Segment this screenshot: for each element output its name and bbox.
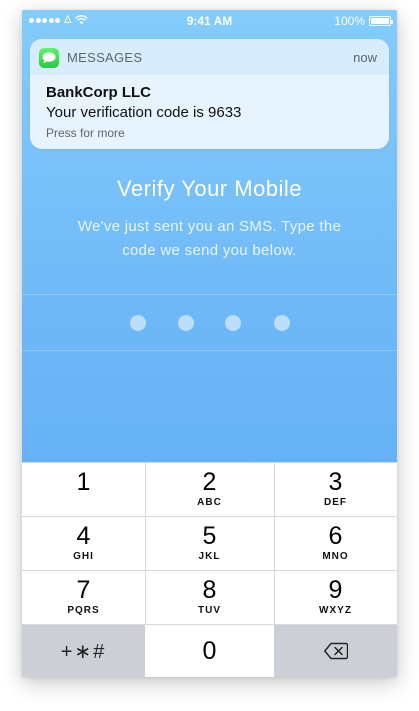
symbols-key[interactable]: +∗# — [22, 624, 145, 677]
notification-body: Your verification code is 9633 — [46, 104, 242, 121]
symbols-label: +∗# — [60, 641, 107, 663]
key-digit: 6 — [328, 522, 343, 550]
key-8[interactable]: 8 TUV — [145, 570, 274, 624]
key-digit: 8 — [202, 576, 217, 604]
key-4[interactable]: 4 GHI — [22, 516, 145, 570]
key-letters: JKL — [198, 551, 221, 562]
keypad-divider — [22, 624, 397, 625]
code-digit-placeholder — [225, 315, 241, 331]
messages-app-icon — [39, 48, 59, 68]
notification-header: MESSAGES now — [30, 39, 389, 75]
backspace-key[interactable] — [274, 624, 397, 677]
key-letters: GHI — [73, 551, 94, 562]
key-letters: PQRS — [67, 605, 100, 616]
notification-sender: BankCorp LLC — [46, 84, 151, 101]
keypad-divider — [22, 516, 397, 517]
keypad-divider — [22, 570, 397, 571]
key-7[interactable]: 7 PQRS — [22, 570, 145, 624]
key-digit: 1 — [76, 468, 91, 496]
status-bar: Δ 9:41 AM 100% — [22, 10, 397, 32]
key-2[interactable]: 2 ABC — [145, 462, 274, 516]
key-6[interactable]: 6 MNO — [274, 516, 397, 570]
key-digit: 4 — [76, 522, 91, 550]
notification-hint: Press for more — [46, 126, 125, 140]
verification-code-field[interactable] — [22, 294, 397, 351]
key-digit: 9 — [328, 576, 343, 604]
key-digit: 7 — [76, 576, 91, 604]
page-title: Verify Your Mobile — [116, 176, 303, 201]
key-letters: ABC — [197, 497, 222, 508]
code-digit-placeholder — [274, 315, 290, 331]
key-1[interactable]: 1 — [22, 462, 145, 516]
code-digit-placeholder — [178, 315, 194, 331]
key-letters: MNO — [322, 551, 349, 562]
key-0[interactable]: 0 — [145, 624, 274, 677]
phone-screen: Δ 9:41 AM 100% MESSAGES now BankCorp LLC — [22, 10, 397, 677]
keypad-divider — [274, 462, 275, 624]
key-9[interactable]: 9 WXYZ — [274, 570, 397, 624]
key-letters: TUV — [198, 605, 221, 616]
battery-percent: 100% — [334, 14, 365, 28]
battery-icon — [369, 16, 393, 26]
key-5[interactable]: 5 JKL — [145, 516, 274, 570]
code-digit-placeholder — [130, 315, 146, 331]
keypad-divider — [22, 462, 397, 463]
numeric-keypad: 1 2 ABC 3 DEF 4 GHI 5 JKL 6 MNO 7 PQRS 8… — [22, 462, 397, 677]
notification-app-name: MESSAGES — [67, 50, 143, 65]
key-digit: 0 — [202, 637, 217, 665]
key-digit: 2 — [202, 468, 217, 496]
notification-time: now — [353, 50, 377, 65]
backspace-icon — [323, 642, 348, 659]
status-right: 100% — [334, 14, 393, 28]
key-digit: 3 — [328, 468, 343, 496]
key-letters: WXYZ — [319, 605, 352, 616]
key-3[interactable]: 3 DEF — [274, 462, 397, 516]
page-subtitle: We've just sent you an SMS. Type the cod… — [77, 218, 342, 259]
sms-notification[interactable]: MESSAGES now BankCorp LLC Your verificat… — [30, 39, 389, 149]
keypad-divider — [145, 462, 146, 624]
key-digit: 5 — [202, 522, 217, 550]
key-letters: DEF — [324, 497, 347, 508]
